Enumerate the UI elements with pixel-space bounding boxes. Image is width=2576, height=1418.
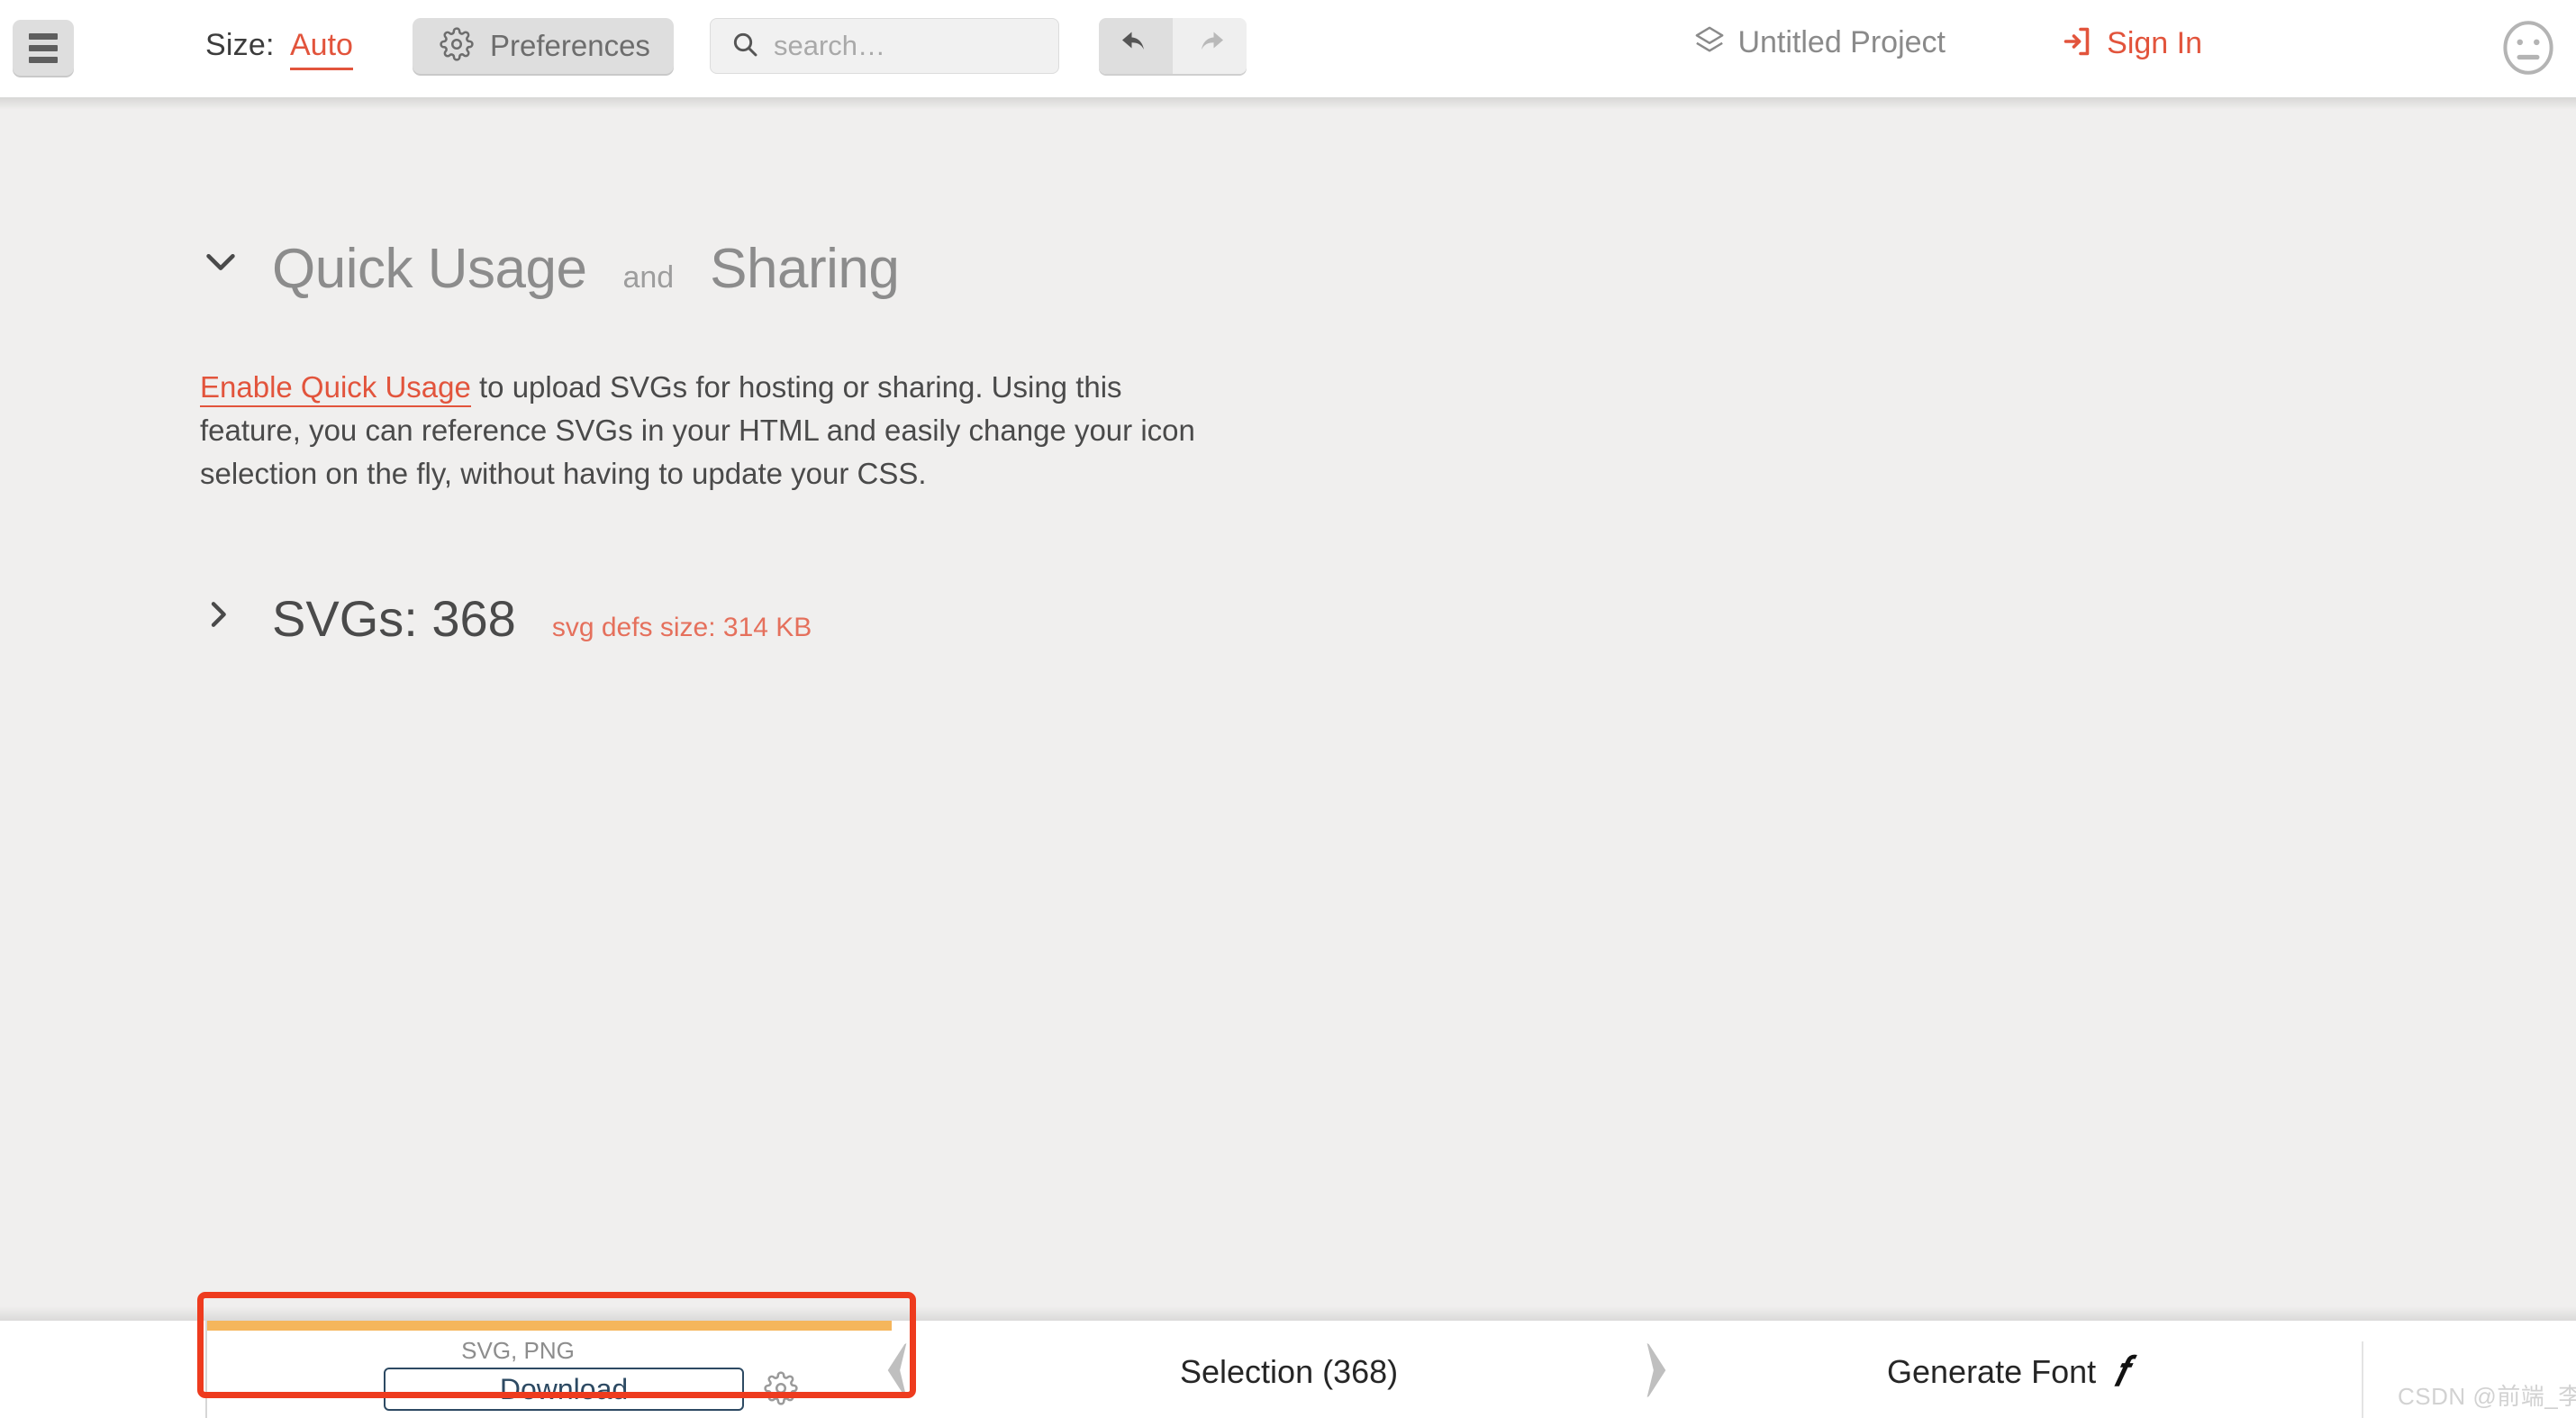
undo-arrow-icon (1120, 28, 1152, 65)
redo-button[interactable] (1173, 18, 1247, 74)
main-content: Quick Usage and Sharing Enable Quick Usa… (0, 97, 2576, 1321)
bottom-toolbar: SVG, PNG Download Selection (368) Genera… (0, 1321, 2576, 1418)
project-name-label: Untitled Project (1737, 25, 1946, 60)
undo-redo-group (1099, 18, 1247, 74)
layers-icon (1694, 25, 1725, 60)
selection-label[interactable]: Selection (368) (1180, 1353, 1398, 1391)
chevron-left-icon[interactable] (869, 1342, 923, 1403)
generate-font-label: Generate Font (1887, 1353, 2096, 1391)
size-value-auto[interactable]: Auto (290, 28, 353, 70)
hamburger-menu-icon-bar2 (29, 45, 58, 51)
generate-font-button[interactable]: Generate Font 𝑓 (1887, 1351, 2127, 1393)
quick-usage-description: Enable Quick Usage to upload SVGs for ho… (200, 366, 1227, 495)
italic-f-glyph-icon: 𝑓 (2114, 1351, 2127, 1393)
hamburger-menu-button[interactable] (13, 20, 74, 76)
hamburger-menu-icon (29, 33, 58, 40)
section-title-secondary: Sharing (710, 237, 899, 301)
chevron-right-icon[interactable] (1630, 1342, 1684, 1403)
redo-arrow-icon (1193, 28, 1226, 65)
download-formats-label: SVG, PNG (207, 1337, 829, 1365)
undo-button[interactable] (1099, 18, 1173, 74)
watermark-label: CSDN @前端_李嘉豪 (2398, 1378, 2576, 1412)
search-box[interactable] (710, 18, 1059, 74)
watermark-divider (2362, 1341, 2363, 1418)
section-quick-usage-header[interactable]: Quick Usage and Sharing (200, 237, 899, 301)
download-settings-gear-icon[interactable] (764, 1371, 798, 1410)
svg-defs-size-label: svg defs size: 314 KB (552, 613, 812, 643)
sign-in-button[interactable]: Sign In (2062, 25, 2202, 62)
sign-in-label: Sign In (2107, 26, 2202, 61)
gear-icon (440, 27, 474, 66)
preferences-label: Preferences (490, 29, 650, 63)
avatar[interactable] (2495, 14, 2562, 81)
hamburger-menu-icon-bar3 (29, 57, 58, 63)
enable-quick-usage-link[interactable]: Enable Quick Usage (200, 370, 471, 407)
svgs-count-label: SVGs: 368 (272, 589, 516, 648)
section-title-primary: Quick Usage (272, 237, 586, 301)
app-header: Size: Auto Preferences (0, 0, 2576, 97)
chevron-right-icon[interactable] (200, 596, 236, 637)
download-accent-bar (207, 1321, 892, 1331)
svgs-section-header[interactable]: SVGs: 368 svg defs size: 314 KB (200, 589, 812, 648)
download-panel: SVG, PNG Download (205, 1321, 890, 1418)
download-button[interactable]: Download (384, 1368, 744, 1411)
header-shadow (0, 97, 2576, 110)
bottom-bar-shadow (0, 1306, 2576, 1321)
search-input[interactable] (774, 30, 1035, 62)
section-title-conjunction: and (617, 260, 679, 295)
project-selector[interactable]: Untitled Project (1694, 25, 1946, 60)
sign-in-arrow-icon (2062, 25, 2094, 62)
search-icon (730, 30, 759, 63)
size-label: Size: (205, 28, 275, 63)
chevron-down-icon[interactable] (200, 241, 241, 286)
preferences-button[interactable]: Preferences (413, 18, 674, 74)
